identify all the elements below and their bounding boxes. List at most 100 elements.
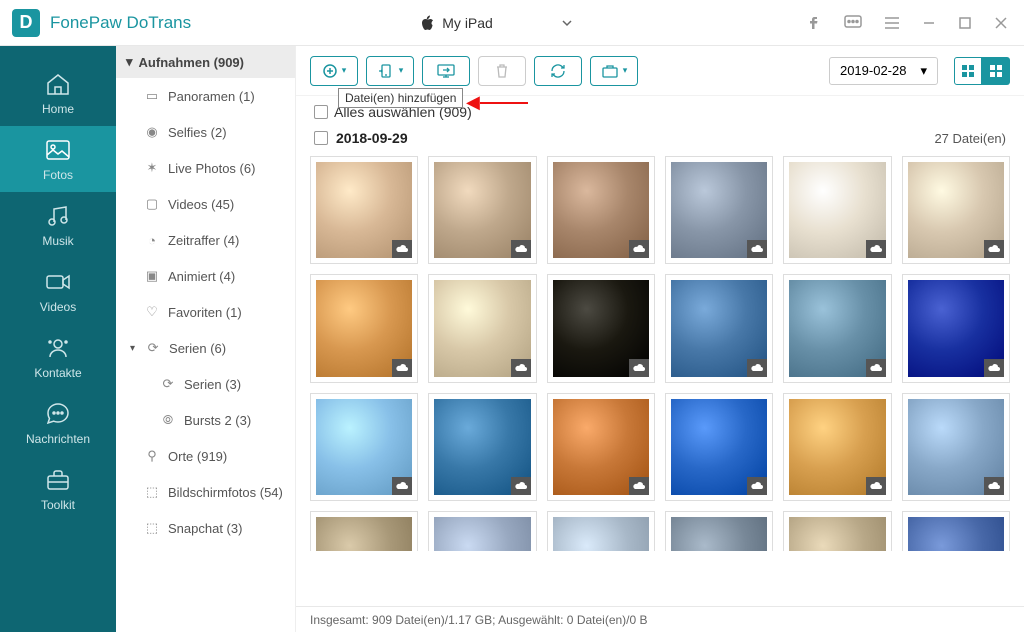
cloud-icon xyxy=(392,240,412,258)
sidebar-item[interactable]: ⟳Serien (3) xyxy=(116,366,295,402)
sidebar-header[interactable]: ▾ Aufnahmen (909) xyxy=(116,46,295,78)
nav-toolkit[interactable]: Toolkit xyxy=(0,456,116,522)
photo-thumbnail[interactable] xyxy=(783,156,891,264)
sidebar-item[interactable]: ◉Selfies (2) xyxy=(116,114,295,150)
nav-videos[interactable]: Videos xyxy=(0,258,116,324)
photo-thumbnail[interactable] xyxy=(310,156,418,264)
photo-icon xyxy=(44,138,72,162)
view-large-grid[interactable] xyxy=(982,57,1010,85)
device-selector[interactable]: My iPad xyxy=(402,11,591,35)
cloud-icon xyxy=(629,477,649,495)
category-icon: ⟳ xyxy=(145,340,161,356)
photo-thumbnail[interactable] xyxy=(547,393,655,501)
cloud-icon xyxy=(392,359,412,377)
sidebar-item[interactable]: ▢Videos (45) xyxy=(116,186,295,222)
maximize-button[interactable] xyxy=(954,12,976,34)
photo-thumbnail[interactable] xyxy=(902,274,1010,382)
home-icon xyxy=(44,72,72,96)
group-date: 2018-09-29 xyxy=(336,130,408,146)
photo-thumbnail[interactable] xyxy=(310,511,418,551)
main-panel: ▾ ▾ ▾ Datei(en) hinzufügen ◀ xyxy=(296,46,1024,632)
select-all-checkbox[interactable] xyxy=(314,105,328,119)
cloud-icon xyxy=(511,477,531,495)
photo-thumbnail[interactable] xyxy=(310,393,418,501)
export-pc-button[interactable] xyxy=(422,56,470,86)
caret-down-icon: ▾ xyxy=(920,63,927,79)
sidebar-item[interactable]: ▾⟳Serien (6) xyxy=(116,330,295,366)
delete-button[interactable] xyxy=(478,56,526,86)
category-icon: ▣ xyxy=(144,268,160,284)
photo-thumbnail[interactable] xyxy=(665,511,773,551)
photo-thumbnail[interactable] xyxy=(428,274,536,382)
sidebar-item[interactable]: ⬚Snapchat (3) xyxy=(116,510,295,546)
category-icon: ◉ xyxy=(144,124,160,140)
sidebar-item[interactable]: ⚲Orte (919) xyxy=(116,438,295,474)
cloud-icon xyxy=(984,477,1004,495)
cloud-icon xyxy=(866,359,886,377)
sidebar-item[interactable]: ♡Favoriten (1) xyxy=(116,294,295,330)
category-icon: ⚲ xyxy=(144,448,160,464)
nav-fotos[interactable]: Fotos xyxy=(0,126,116,192)
nav-kontakte[interactable]: Kontakte xyxy=(0,324,116,390)
photo-thumbnail[interactable] xyxy=(547,511,655,551)
photo-thumbnail[interactable] xyxy=(665,156,773,264)
group-checkbox[interactable] xyxy=(314,131,328,145)
photo-thumbnail[interactable] xyxy=(428,156,536,264)
close-button[interactable] xyxy=(990,12,1012,34)
photo-thumbnail[interactable] xyxy=(428,511,536,551)
photo-thumbnail[interactable] xyxy=(665,393,773,501)
status-text: Insgesamt: 909 Datei(en)/1.17 GB; Ausgew… xyxy=(310,613,648,627)
apple-icon xyxy=(420,15,434,31)
photo-thumbnail[interactable] xyxy=(902,393,1010,501)
feedback-icon[interactable] xyxy=(840,11,866,35)
sidebar-item[interactable]: ⬚Bildschirmfotos (54) xyxy=(116,474,295,510)
add-tooltip: Datei(en) hinzufügen xyxy=(338,88,463,108)
category-icon: ⦾ xyxy=(160,412,176,428)
sidebar-item[interactable]: ✶Live Photos (6) xyxy=(116,150,295,186)
cloud-icon xyxy=(866,477,886,495)
titlebar: D FonePaw DoTrans My iPad xyxy=(0,0,1024,46)
menu-icon[interactable] xyxy=(880,12,904,34)
photo-thumbnail[interactable] xyxy=(902,511,1010,551)
category-icon: ▢ xyxy=(144,196,160,212)
add-button[interactable]: ▾ xyxy=(310,56,358,86)
nav-musik[interactable]: Musik xyxy=(0,192,116,258)
sidebar-item[interactable]: ▭Panoramen (1) xyxy=(116,78,295,114)
sidebar: ▾ Aufnahmen (909) ▭Panoramen (1)◉Selfies… xyxy=(116,46,296,632)
view-small-grid[interactable] xyxy=(954,57,982,85)
album-button[interactable]: ▾ xyxy=(590,56,638,86)
category-icon: ♡ xyxy=(144,304,160,320)
nav-nachrichten[interactable]: Nachrichten xyxy=(0,390,116,456)
refresh-button[interactable] xyxy=(534,56,582,86)
nav-home[interactable]: Home xyxy=(0,60,116,126)
category-icon: ⬚ xyxy=(144,484,160,500)
minimize-button[interactable] xyxy=(918,12,940,34)
category-icon: ◔ xyxy=(144,232,160,248)
category-icon: ▭ xyxy=(144,88,160,104)
photo-thumbnail[interactable] xyxy=(783,393,891,501)
sidebar-item[interactable]: ◔Zeitraffer (4) xyxy=(116,222,295,258)
photo-thumbnail[interactable] xyxy=(547,156,655,264)
caret-down-icon: ▾ xyxy=(126,54,133,70)
view-toggle xyxy=(954,57,1010,85)
photo-thumbnail[interactable] xyxy=(783,511,891,551)
app-title: FonePaw DoTrans xyxy=(50,13,191,33)
annotation-arrow: ◀ xyxy=(466,92,528,113)
photo-thumbnail[interactable] xyxy=(547,274,655,382)
photo-thumbnail[interactable] xyxy=(428,393,536,501)
export-device-button[interactable]: ▾ xyxy=(366,56,414,86)
thumbnail-area[interactable] xyxy=(296,152,1024,606)
facebook-icon[interactable] xyxy=(802,11,826,35)
cloud-icon xyxy=(629,359,649,377)
photo-thumbnail[interactable] xyxy=(902,156,1010,264)
cloud-icon xyxy=(392,477,412,495)
photo-thumbnail[interactable] xyxy=(310,274,418,382)
photo-thumbnail[interactable] xyxy=(665,274,773,382)
category-icon: ✶ xyxy=(144,160,160,176)
chevron-down-icon xyxy=(561,19,573,27)
sidebar-item[interactable]: ⦾Bursts 2 (3) xyxy=(116,402,295,438)
sidebar-item[interactable]: ▣Animiert (4) xyxy=(116,258,295,294)
cloud-icon xyxy=(866,240,886,258)
photo-thumbnail[interactable] xyxy=(783,274,891,382)
date-filter[interactable]: 2019-02-28 ▾ xyxy=(829,57,938,85)
